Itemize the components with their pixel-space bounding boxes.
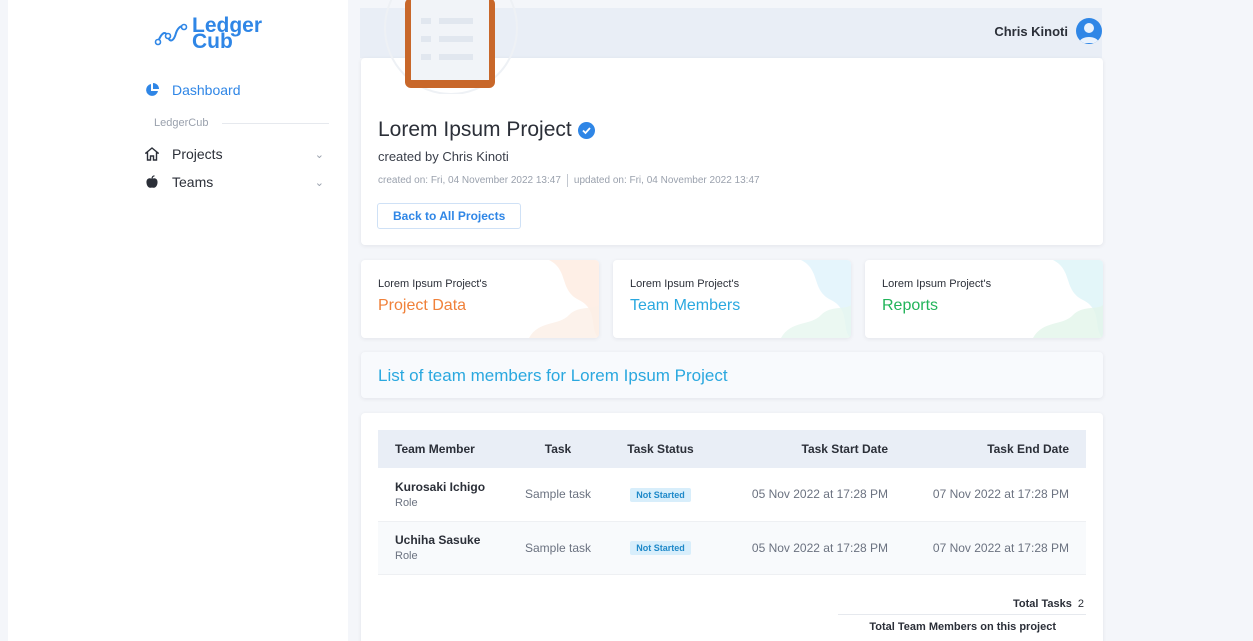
task-cell: Sample task [503,468,613,522]
project-timestamps: created on: Fri, 04 November 2022 13:47 … [378,174,760,187]
apple-icon [144,174,160,190]
stat-card-project-data[interactable]: Lorem Ipsum Project's Project Data [361,260,599,338]
pie-chart-icon [144,82,160,98]
column-header[interactable]: Task [503,430,613,468]
user-name: Chris Kinoti [994,23,1068,39]
stat-card-reports[interactable]: Lorem Ipsum Project's Reports [865,260,1103,338]
user-menu[interactable]: Chris Kinoti [994,18,1102,44]
sidebar-item-label: Dashboard [172,82,241,98]
project-created-by: created by Chris Kinoti [378,149,509,164]
team-table-card: Team Member Task Task Status Task Start … [361,413,1103,641]
total-members-label: Total Team Members on this project [869,621,1056,633]
decorative-blob [529,260,599,338]
sidebar-item-label: Projects [172,146,223,162]
start-date-cell: 05 Nov 2022 at 17:28 PM [708,521,888,575]
stat-card-team-members[interactable]: Lorem Ipsum Project's Team Members [613,260,851,338]
sidebar-section-label: LedgerCub [154,117,329,129]
column-header[interactable]: Task Status [613,430,708,468]
sidebar-item-teams[interactable]: Teams ⌄ [144,174,324,190]
start-date-cell: 05 Nov 2022 at 17:28 PM [708,468,888,522]
stat-prefix: Lorem Ipsum Project's [630,278,740,290]
end-date-cell: 07 Nov 2022 at 17:28 PM [888,521,1086,575]
sidebar: Ledger Cub Dashboard LedgerCub Projects … [8,0,348,641]
team-members-table: Team Member Task Task Status Task Start … [378,430,1086,575]
section-divider [222,122,329,124]
project-card: Lorem Ipsum Project created by Chris Kin… [361,0,1103,245]
sidebar-item-label: Teams [172,174,214,190]
column-header[interactable]: Task End Date [888,430,1086,468]
created-on: created on: Fri, 04 November 2022 13:47 [378,175,561,186]
member-name[interactable]: Kurosaki Ichigo [395,480,503,494]
column-header[interactable]: Team Member [378,430,503,468]
decorative-blob [1033,260,1103,338]
stat-label: Project Data [378,297,467,314]
avatar[interactable] [1076,18,1102,44]
stat-prefix: Lorem Ipsum Project's [882,278,992,290]
member-role: Role [395,550,418,562]
stat-label: Reports [882,297,939,314]
sidebar-item-projects[interactable]: Projects ⌄ [144,146,324,162]
table-row[interactable]: Uchiha Sasuke Role Sample task Not Start… [378,521,1086,575]
chevron-down-icon[interactable]: ⌄ [315,148,324,161]
table-row[interactable]: Kurosaki Ichigo Role Sample task Not Sta… [378,468,1086,522]
member-name[interactable]: Uchiha Sasuke [395,533,503,547]
app-logo[interactable]: Ledger Cub [154,15,262,52]
sidebar-item-dashboard[interactable]: Dashboard [144,82,324,98]
stat-label: Team Members [630,297,741,314]
task-cell: Sample task [503,521,613,575]
chevron-down-icon[interactable]: ⌄ [315,176,324,189]
section-title: List of team members for Lorem Ipsum Pro… [378,366,728,385]
end-date-cell: 07 Nov 2022 at 17:28 PM [888,468,1086,522]
ledger-logo-icon [154,23,188,46]
project-image [381,0,521,94]
back-to-projects-button[interactable]: Back to All Projects [377,203,522,229]
column-header[interactable]: Task Start Date [708,430,888,468]
totals-summary: Total Tasks 2 Total Team Members on this … [838,593,1086,633]
table-header-row: Team Member Task Task Status Task Start … [378,430,1086,468]
total-tasks: Total Tasks 2 [838,593,1086,615]
meta-divider [566,174,568,187]
verified-check-icon [577,121,595,139]
updated-on: updated on: Fri, 04 November 2022 13:47 [573,175,760,186]
stat-prefix: Lorem Ipsum Project's [378,278,488,290]
home-icon [144,146,160,162]
total-tasks-value: 2 [1077,597,1084,610]
project-title: Lorem Ipsum Project [378,118,595,142]
member-role: Role [395,496,418,509]
status-badge: Not Started [630,541,691,555]
team-list-header: List of team members for Lorem Ipsum Pro… [361,352,1103,398]
status-badge: Not Started [630,487,691,502]
decorative-blob [781,260,851,338]
